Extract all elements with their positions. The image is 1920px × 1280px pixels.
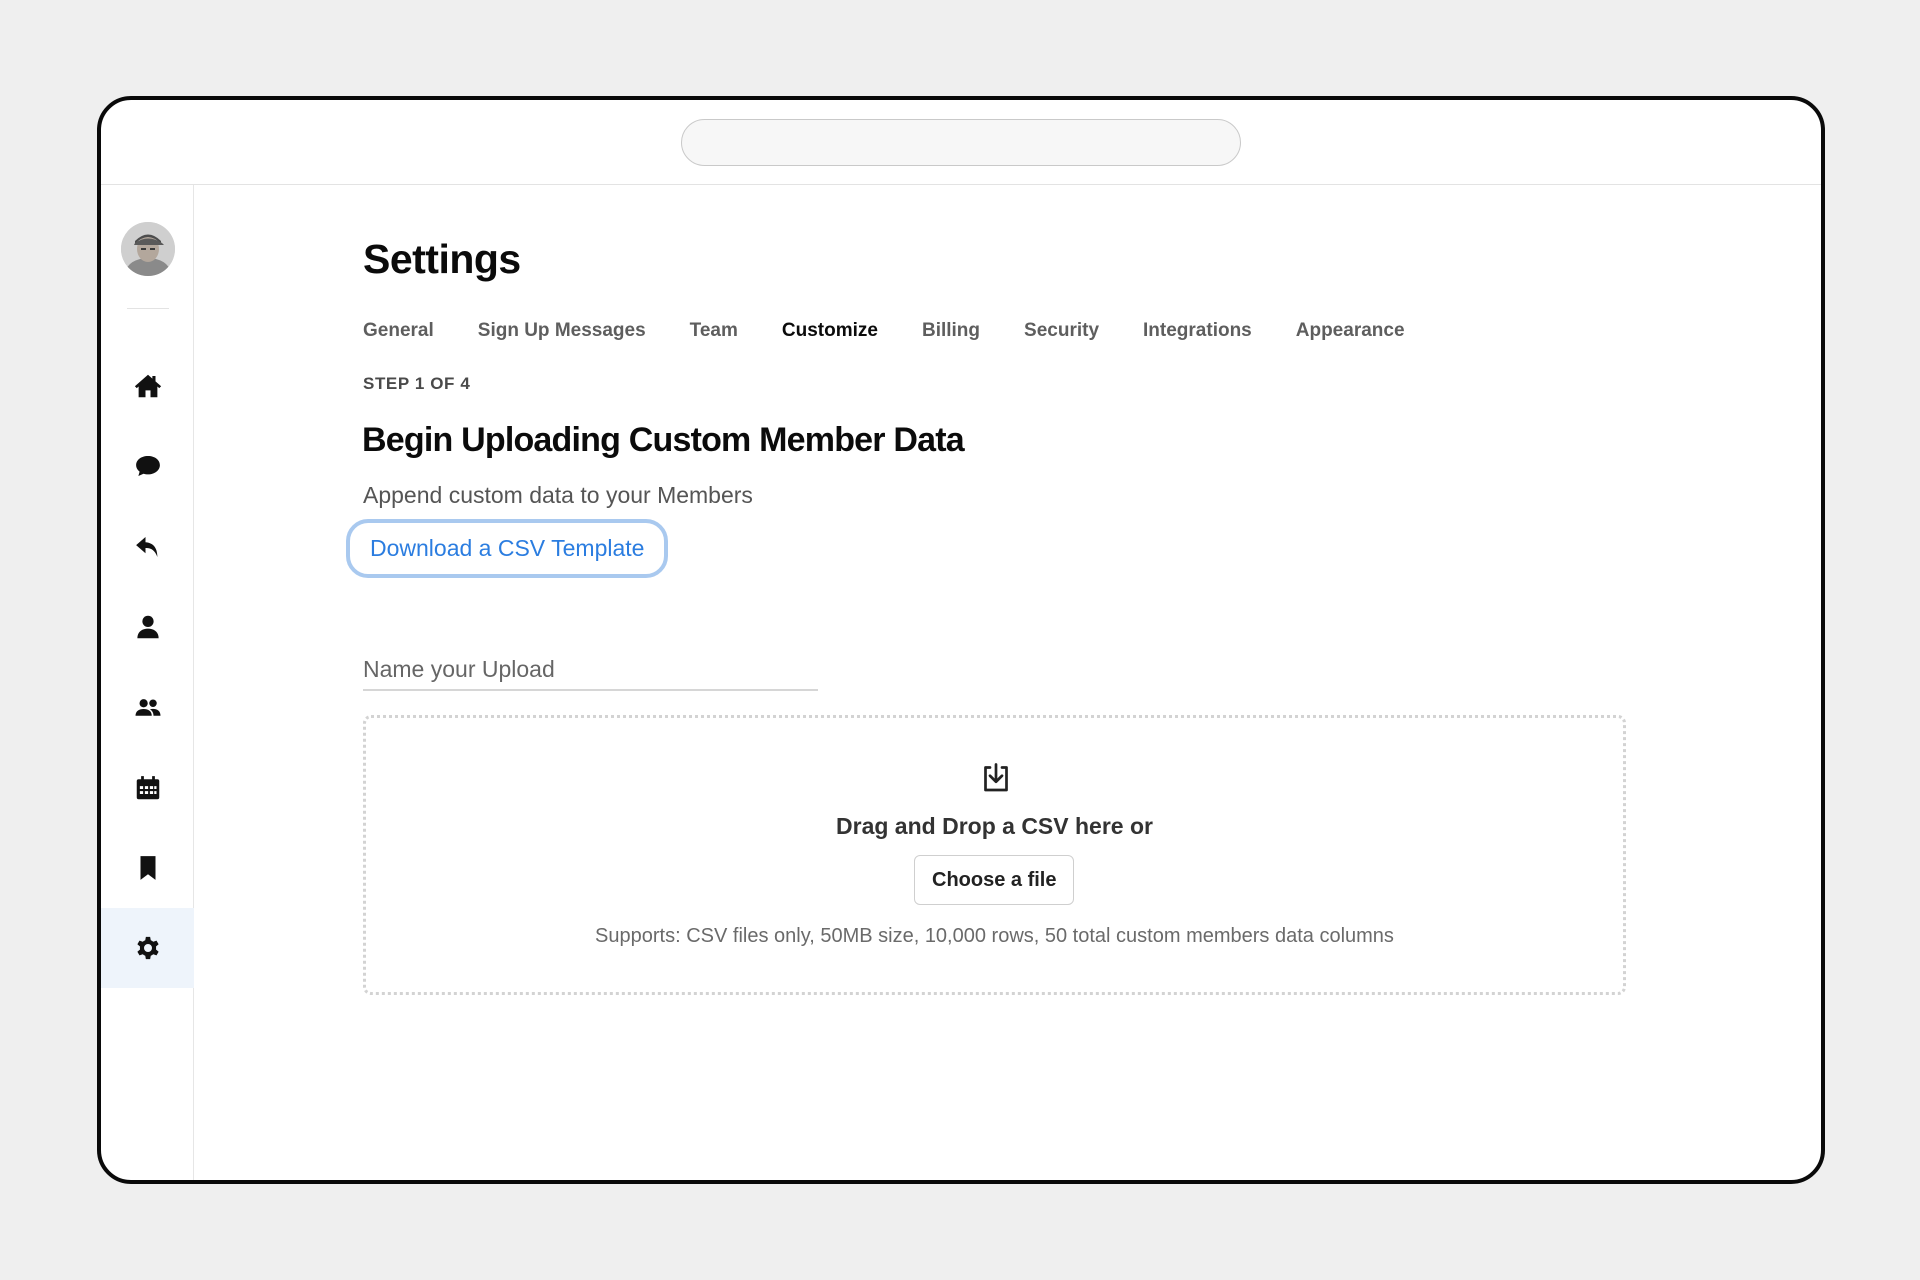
calendar-icon — [136, 776, 159, 800]
home-icon — [134, 374, 161, 398]
reply-icon — [135, 537, 157, 557]
sidebar-divider — [127, 308, 169, 309]
person-icon — [136, 615, 159, 639]
sidebar-item-replies[interactable] — [101, 507, 194, 587]
page-title: Settings — [363, 236, 521, 282]
avatar[interactable] — [121, 222, 175, 276]
tab-team[interactable]: Team — [690, 320, 738, 342]
tab-security[interactable]: Security — [1024, 320, 1099, 342]
top-bar — [101, 100, 1821, 185]
step-indicator: STEP 1 OF 4 — [363, 374, 471, 393]
download-tray-icon — [984, 763, 1008, 792]
sidebar-item-bookmarks[interactable] — [101, 828, 194, 908]
tab-integrations[interactable]: Integrations — [1143, 320, 1252, 342]
settings-tabs: General Sign Up Messages Team Customize … — [363, 320, 1449, 342]
dropzone-text: Drag and Drop a CSV here or — [836, 813, 1153, 839]
download-csv-template-button[interactable]: Download a CSV Template — [346, 519, 669, 578]
tab-customize[interactable]: Customize — [782, 320, 878, 342]
section-title: Begin Uploading Custom Member Data — [362, 421, 965, 459]
sidebar-item-profile[interactable] — [101, 587, 194, 667]
sidebar-item-home[interactable] — [101, 346, 194, 426]
chat-bubble-icon — [135, 456, 160, 476]
group-icon — [135, 699, 160, 716]
app-window: Settings General Sign Up Messages Team C… — [97, 96, 1825, 1184]
sidebar-item-members[interactable] — [101, 667, 194, 747]
section-subtitle: Append custom data to your Members — [363, 482, 753, 508]
tab-billing[interactable]: Billing — [922, 320, 980, 342]
main-content: Settings General Sign Up Messages Team C… — [194, 185, 1821, 1180]
tab-sign-up-messages[interactable]: Sign Up Messages — [478, 320, 646, 342]
sidebar-item-calendar[interactable] — [101, 748, 194, 828]
csv-dropzone[interactable]: Drag and Drop a CSV here or Choose a fil… — [363, 715, 1626, 995]
tab-appearance[interactable]: Appearance — [1296, 320, 1405, 342]
sidebar-item-messages[interactable] — [101, 426, 194, 506]
search-bar[interactable] — [681, 119, 1241, 166]
tab-general[interactable]: General — [363, 320, 434, 342]
bookmark-icon — [140, 856, 155, 880]
choose-file-button[interactable]: Choose a file — [914, 855, 1075, 905]
sidebar — [101, 185, 194, 1180]
gear-icon — [136, 936, 159, 960]
dropzone-supports-text: Supports: CSV files only, 50MB size, 10,… — [595, 925, 1394, 947]
sidebar-item-settings[interactable] — [101, 908, 194, 988]
upload-name-input[interactable] — [363, 649, 818, 691]
